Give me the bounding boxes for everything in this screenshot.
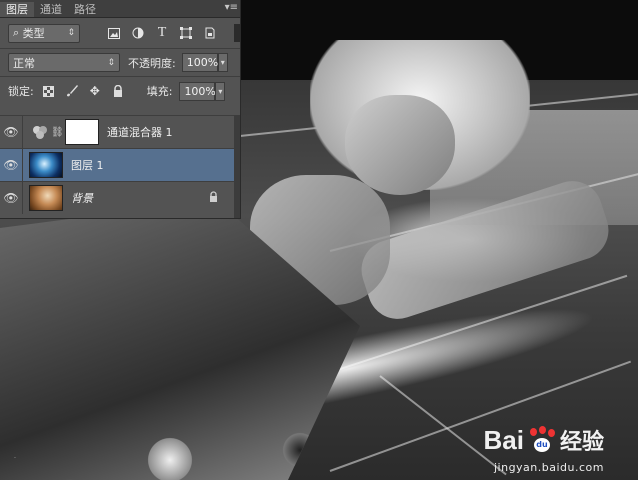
- layer-thumbnail[interactable]: [29, 152, 63, 178]
- adjustment-filter-icon[interactable]: [130, 25, 146, 41]
- watermark-url: jingyan.baidu.com: [493, 461, 604, 474]
- layer-thumbnail[interactable]: [29, 185, 63, 211]
- fill-input[interactable]: 100%: [179, 81, 216, 101]
- panel-menu-icon[interactable]: ▾≡: [225, 2, 238, 13]
- layer-row-layer-1[interactable]: 👁 图层 1: [0, 148, 234, 181]
- lock-all-icon[interactable]: [110, 83, 126, 99]
- shape-filter-icon[interactable]: [178, 25, 194, 41]
- type-filter-icon[interactable]: T: [154, 25, 170, 41]
- canvas-face: [345, 95, 455, 195]
- lock-transparent-icon[interactable]: [41, 83, 57, 99]
- filter-kind-label: 类型: [22, 27, 45, 40]
- image-filter-icon[interactable]: [106, 25, 122, 41]
- adjustment-layer-icon: [29, 125, 51, 139]
- visibility-toggle[interactable]: 👁: [0, 116, 23, 148]
- layer-row-background[interactable]: 👁 背景: [0, 181, 234, 214]
- lock-row: 锁定: ✥ 填充: 100% ▾: [0, 77, 240, 105]
- tab-paths[interactable]: 路径: [68, 2, 102, 17]
- updown-arrows-icon: ⇕: [107, 57, 115, 68]
- filter-toggle[interactable]: [234, 24, 240, 42]
- small-watermark: .: [14, 451, 17, 460]
- watermark-brand: Bai: [483, 424, 524, 455]
- visibility-toggle[interactable]: 👁: [0, 182, 23, 214]
- lock-icon: [209, 191, 218, 205]
- layer-name: 背景: [71, 192, 93, 205]
- fill-label: 填充:: [146, 85, 173, 98]
- baidu-watermark: Bai du 经验: [484, 424, 604, 456]
- layer-row-channel-mixer[interactable]: 👁 ⛓ 通道混合器 1: [0, 115, 234, 148]
- baidu-paw-icon: du: [528, 426, 556, 454]
- opacity-dropdown[interactable]: ▾: [217, 53, 228, 72]
- filter-row: ⌕ 类型 ⇕ T: [0, 18, 240, 48]
- eye-icon: 👁: [3, 191, 19, 205]
- eye-icon: 👁: [3, 125, 19, 139]
- blend-row: 正常 ⇕ 不透明度: 100% ▾: [0, 49, 240, 76]
- opacity-label: 不透明度:: [128, 56, 176, 70]
- visibility-toggle[interactable]: 👁: [0, 149, 23, 181]
- smart-object-filter-icon[interactable]: [202, 25, 218, 41]
- lock-move-icon[interactable]: ✥: [87, 83, 103, 99]
- tab-channels[interactable]: 通道: [34, 2, 68, 17]
- lock-paint-icon[interactable]: [64, 83, 80, 99]
- panel-tabs: 图层 通道 路径 ▾≡: [0, 0, 240, 18]
- updown-arrows-icon: ⇕: [67, 28, 75, 38]
- layers-list: 👁 ⛓ 通道混合器 1 👁 图层 1 👁 背景: [0, 115, 234, 214]
- layer-name: 图层 1: [71, 159, 104, 172]
- watermark-cn: 经验: [559, 430, 604, 455]
- fill-dropdown[interactable]: ▾: [215, 81, 226, 101]
- blend-mode-value: 正常: [13, 56, 35, 70]
- tab-layers[interactable]: 图层: [0, 2, 34, 17]
- layer-mask-thumbnail[interactable]: [65, 119, 99, 145]
- search-icon: ⌕: [13, 26, 20, 39]
- layers-scrollbar[interactable]: [234, 115, 240, 218]
- layer-name: 通道混合器 1: [107, 126, 173, 139]
- opacity-input[interactable]: 100%: [181, 53, 218, 72]
- eye-icon: 👁: [3, 158, 19, 172]
- filter-kind-select[interactable]: ⌕ 类型 ⇕: [8, 23, 80, 43]
- link-chain-icon[interactable]: ⛓: [51, 127, 64, 138]
- blend-mode-select[interactable]: 正常 ⇕: [8, 53, 120, 72]
- lock-label: 锁定:: [8, 85, 34, 98]
- layers-panel: 图层 通道 路径 ▾≡ ⌕ 类型 ⇕ T 正常 ⇕ 不透明度: 100% ▾ 锁…: [0, 0, 240, 218]
